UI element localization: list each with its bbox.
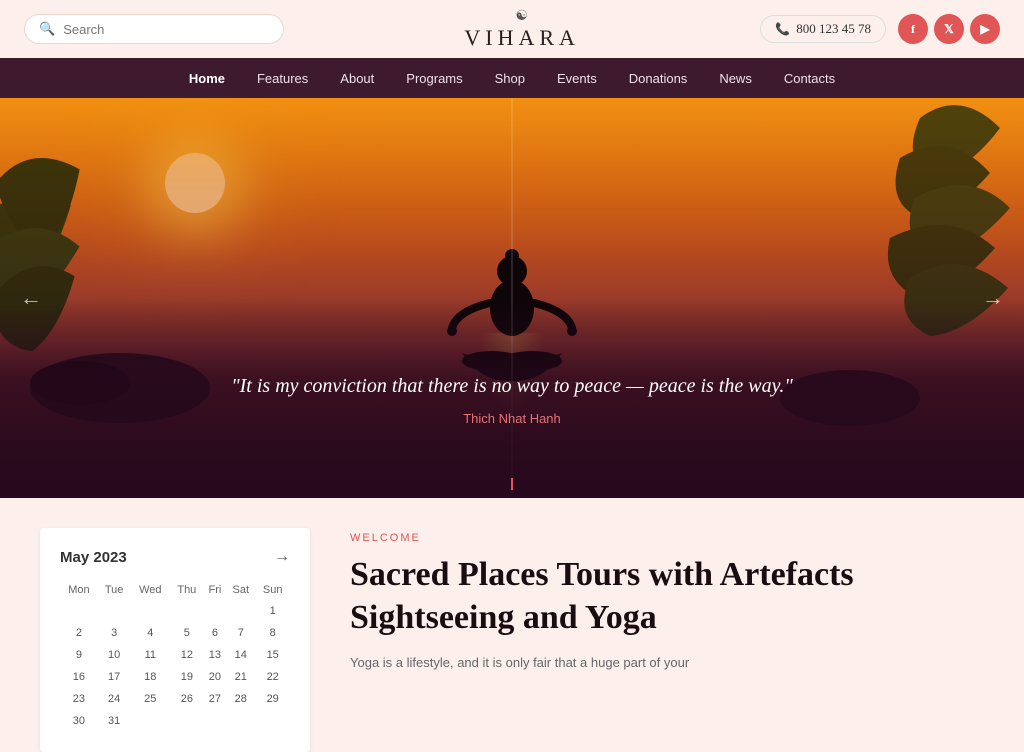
calendar-week-row: 23242526272829	[60, 688, 290, 710]
calendar-day[interactable]: 15	[255, 644, 290, 666]
cal-header-wed: Wed	[131, 580, 171, 600]
calendar-day[interactable]: 14	[226, 644, 255, 666]
header-right: 📞 800 123 45 78 f 𝕏 ▶	[760, 14, 1000, 44]
calendar-day[interactable]: 13	[204, 644, 227, 666]
calendar-day[interactable]: 22	[255, 666, 290, 688]
nav-shop[interactable]: Shop	[495, 71, 525, 86]
logo-text: ☯ VIHARA	[464, 8, 580, 51]
calendar-week-row: 9101112131415	[60, 644, 290, 666]
main-nav: Home Features About Programs Shop Events…	[0, 58, 1024, 98]
calendar-day[interactable]: 12	[170, 644, 203, 666]
calendar-day[interactable]: 6	[204, 622, 227, 644]
hero-prev-button[interactable]: ←	[20, 285, 42, 311]
calendar-week-row: 16171819202122	[60, 666, 290, 688]
calendar-day	[170, 600, 203, 622]
hero-author: Thich Nhat Hanh	[463, 411, 561, 426]
cal-header-mon: Mon	[60, 580, 98, 600]
calendar-day	[226, 710, 255, 732]
facebook-button[interactable]: f	[898, 14, 928, 44]
calendar-day	[131, 710, 171, 732]
calendar-day[interactable]: 8	[255, 622, 290, 644]
hero-indicator	[511, 478, 513, 490]
calendar-day[interactable]: 25	[131, 688, 171, 710]
nav-news[interactable]: News	[719, 71, 752, 86]
search-input[interactable]	[63, 22, 269, 37]
calendar-day[interactable]: 20	[204, 666, 227, 688]
nav-events[interactable]: Events	[557, 71, 597, 86]
search-container: 🔍	[24, 14, 284, 44]
logo: ☯ VIHARA	[464, 8, 580, 51]
calendar-next-button[interactable]: →	[274, 548, 290, 566]
welcome-description: Yoga is a lifestyle, and it is only fair…	[350, 653, 984, 674]
hero-section: "It is my conviction that there is no wa…	[0, 98, 1024, 498]
phone-icon: 📞	[775, 22, 790, 37]
hero-quote-area: "It is my conviction that there is no wa…	[0, 298, 1024, 498]
calendar-day	[98, 600, 131, 622]
calendar-day	[255, 710, 290, 732]
header: 🔍 ☯ VIHARA 📞 800 123 45 78 f 𝕏 ▶	[0, 0, 1024, 58]
below-hero-section: May 2023 → Mon Tue Wed Thu Fri Sat Sun 1…	[0, 498, 1024, 752]
calendar-day[interactable]: 5	[170, 622, 203, 644]
calendar-week-row: 3031	[60, 710, 290, 732]
cal-header-thu: Thu	[170, 580, 203, 600]
youtube-button[interactable]: ▶	[970, 14, 1000, 44]
calendar-day[interactable]: 18	[131, 666, 171, 688]
nav-home[interactable]: Home	[189, 71, 225, 86]
calendar-day[interactable]: 7	[226, 622, 255, 644]
cal-header-sun: Sun	[255, 580, 290, 600]
phone-number: 800 123 45 78	[796, 21, 871, 37]
cal-header-sat: Sat	[226, 580, 255, 600]
calendar-day[interactable]: 19	[170, 666, 203, 688]
phone-badge: 📞 800 123 45 78	[760, 15, 886, 43]
calendar-day	[170, 710, 203, 732]
calendar-day[interactable]: 9	[60, 644, 98, 666]
calendar-day[interactable]: 17	[98, 666, 131, 688]
calendar-day[interactable]: 29	[255, 688, 290, 710]
calendar-day	[204, 710, 227, 732]
calendar-day	[204, 600, 227, 622]
twitter-button[interactable]: 𝕏	[934, 14, 964, 44]
calendar-days-header: Mon Tue Wed Thu Fri Sat Sun	[60, 580, 290, 600]
calendar-week-row: 2345678	[60, 622, 290, 644]
cal-header-fri: Fri	[204, 580, 227, 600]
calendar-day[interactable]: 24	[98, 688, 131, 710]
calendar-month: May 2023	[60, 549, 127, 566]
calendar-header: May 2023 →	[60, 548, 290, 566]
calendar-day[interactable]: 30	[60, 710, 98, 732]
nav-features[interactable]: Features	[257, 71, 308, 86]
calendar-day[interactable]: 26	[170, 688, 203, 710]
welcome-title: Sacred Places Tours with Artefacts Sight…	[350, 554, 984, 639]
welcome-section: WELCOME Sacred Places Tours with Artefac…	[350, 528, 984, 752]
welcome-label: WELCOME	[350, 532, 984, 544]
hero-quote: "It is my conviction that there is no wa…	[231, 371, 792, 401]
search-icon: 🔍	[39, 21, 55, 37]
cal-header-tue: Tue	[98, 580, 131, 600]
social-icons: f 𝕏 ▶	[898, 14, 1000, 44]
nav-about[interactable]: About	[340, 71, 374, 86]
calendar-day[interactable]: 3	[98, 622, 131, 644]
calendar-day[interactable]: 31	[98, 710, 131, 732]
calendar-day[interactable]: 10	[98, 644, 131, 666]
calendar-day[interactable]: 21	[226, 666, 255, 688]
calendar-day	[131, 600, 171, 622]
calendar-day[interactable]: 4	[131, 622, 171, 644]
calendar-day[interactable]: 27	[204, 688, 227, 710]
nav-programs[interactable]: Programs	[406, 71, 462, 86]
calendar-day[interactable]: 28	[226, 688, 255, 710]
calendar-day[interactable]: 16	[60, 666, 98, 688]
hero-next-button[interactable]: →	[982, 285, 1004, 311]
calendar-body: 1234567891011121314151617181920212223242…	[60, 600, 290, 732]
nav-donations[interactable]: Donations	[629, 71, 688, 86]
calendar-widget: May 2023 → Mon Tue Wed Thu Fri Sat Sun 1…	[40, 528, 310, 752]
calendar-week-row: 1	[60, 600, 290, 622]
calendar-grid: Mon Tue Wed Thu Fri Sat Sun 123456789101…	[60, 580, 290, 732]
nav-contacts[interactable]: Contacts	[784, 71, 835, 86]
calendar-day[interactable]: 1	[255, 600, 290, 622]
calendar-day[interactable]: 2	[60, 622, 98, 644]
calendar-day[interactable]: 23	[60, 688, 98, 710]
calendar-day	[226, 600, 255, 622]
calendar-day	[60, 600, 98, 622]
calendar-day[interactable]: 11	[131, 644, 171, 666]
